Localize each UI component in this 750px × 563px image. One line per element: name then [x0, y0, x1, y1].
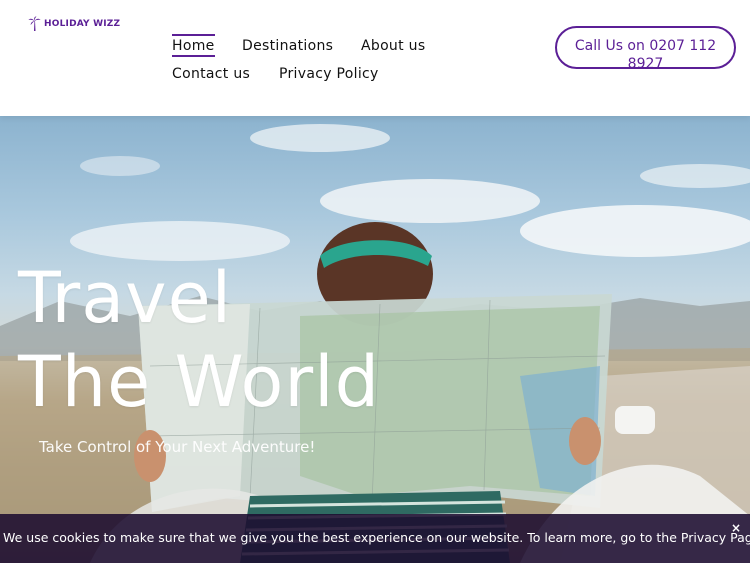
nav-item-about-us[interactable]: About us [361, 38, 425, 54]
hero-subheadline: Take Control of Your Next Adventure! [39, 438, 316, 456]
brand-name: HOLIDAY WIZZ [44, 19, 121, 29]
nav-item-home[interactable]: Home [172, 34, 215, 57]
call-us-button[interactable]: Call Us on 0207 112 8927 [555, 26, 736, 72]
cookie-banner: We use cookies to make sure that we give… [0, 514, 750, 563]
hero-banner: Travel The World Take Control of Your Ne… [0, 116, 750, 563]
brand-logo[interactable]: HOLIDAY WIZZ [28, 16, 120, 32]
nav-item-contact-us[interactable]: Contact us [172, 66, 250, 82]
close-icon[interactable]: × [731, 521, 741, 535]
nav-item-privacy-policy[interactable]: Privacy Policy [279, 66, 379, 82]
hero-headline: Travel The World [18, 256, 380, 424]
hero-headline-line-2: The World [18, 341, 381, 423]
palm-tree-icon [28, 16, 41, 31]
site-header: HOLIDAY WIZZ Home Destinations About us … [0, 0, 750, 116]
hero-headline-line-1: Travel [18, 257, 233, 339]
nav-item-destinations[interactable]: Destinations [242, 38, 333, 54]
cookie-banner-text: We use cookies to make sure that we give… [3, 530, 750, 545]
